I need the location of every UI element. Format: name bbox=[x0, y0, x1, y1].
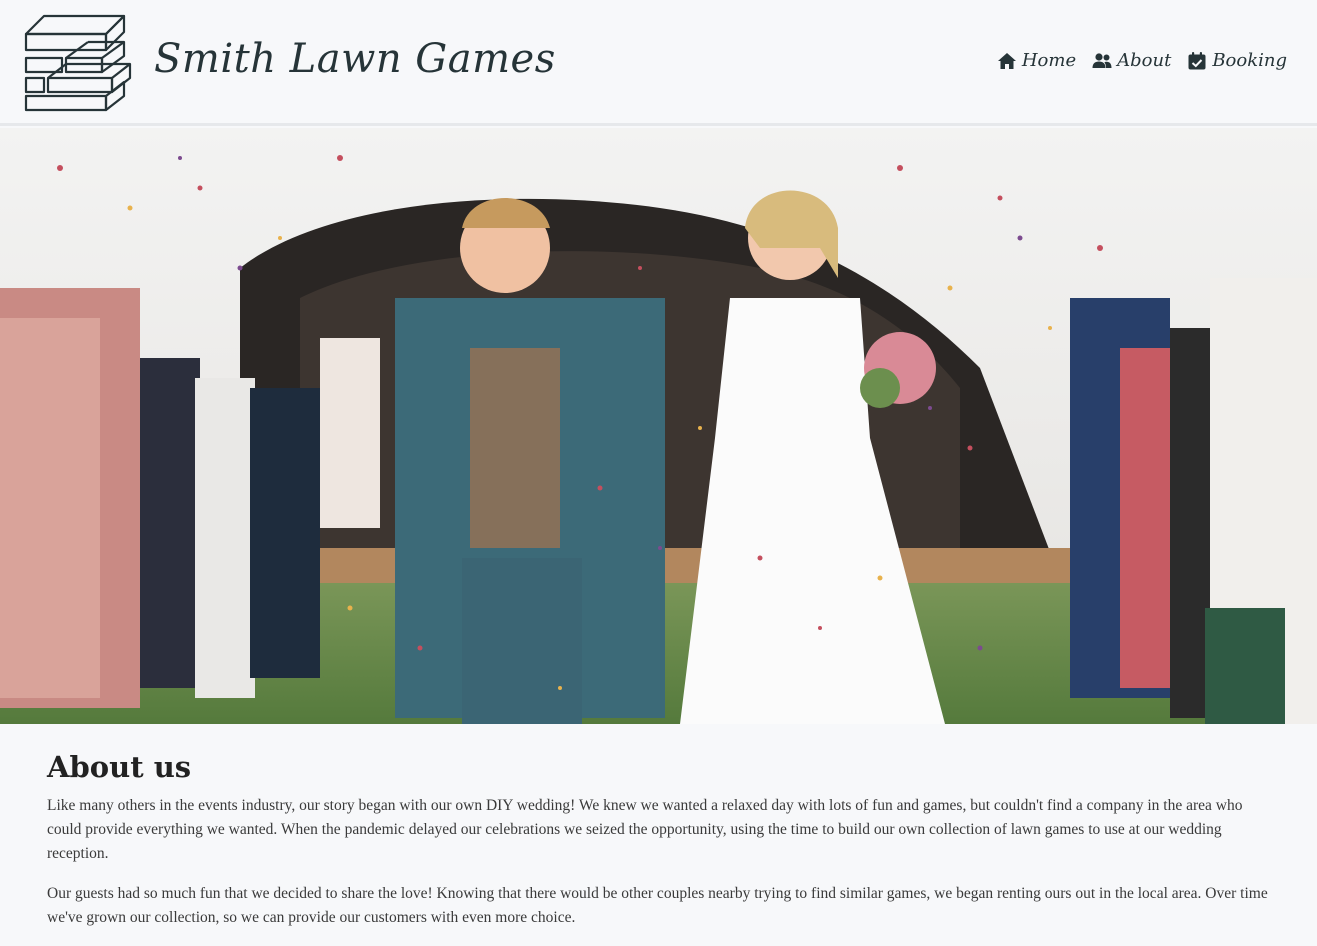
brand-name: Smith Lawn Games bbox=[154, 36, 556, 82]
calendar-check-icon bbox=[1188, 51, 1206, 69]
nav-about-link[interactable]: About bbox=[1092, 50, 1171, 71]
about-paragraph: Like many others in the events industry,… bbox=[47, 797, 1243, 862]
nav-about-label: About bbox=[1117, 50, 1172, 71]
nav-booking-link[interactable]: Booking bbox=[1187, 50, 1287, 71]
about-heading: About us bbox=[47, 750, 192, 784]
home-icon bbox=[997, 52, 1016, 69]
hero-wedding-photo bbox=[0, 128, 1317, 724]
nav-home-link[interactable]: Home bbox=[997, 50, 1076, 71]
site-header: Smith Lawn Games Home About Booking bbox=[0, 0, 1317, 126]
main-nav: Home About Booking bbox=[997, 50, 1287, 71]
nav-home-label: Home bbox=[1021, 50, 1077, 71]
nav-booking-label: Booking bbox=[1212, 50, 1287, 71]
users-icon bbox=[1092, 52, 1112, 68]
about-section: About us Like many others in the events … bbox=[47, 750, 1272, 946]
about-paragraph: Our guests had so much fun that we decid… bbox=[47, 885, 1268, 926]
stacked-blocks-logo-icon bbox=[24, 14, 132, 112]
home-logo-link[interactable]: Smith Lawn Games bbox=[22, 12, 556, 114]
wedding-confetti-image bbox=[0, 128, 1317, 724]
